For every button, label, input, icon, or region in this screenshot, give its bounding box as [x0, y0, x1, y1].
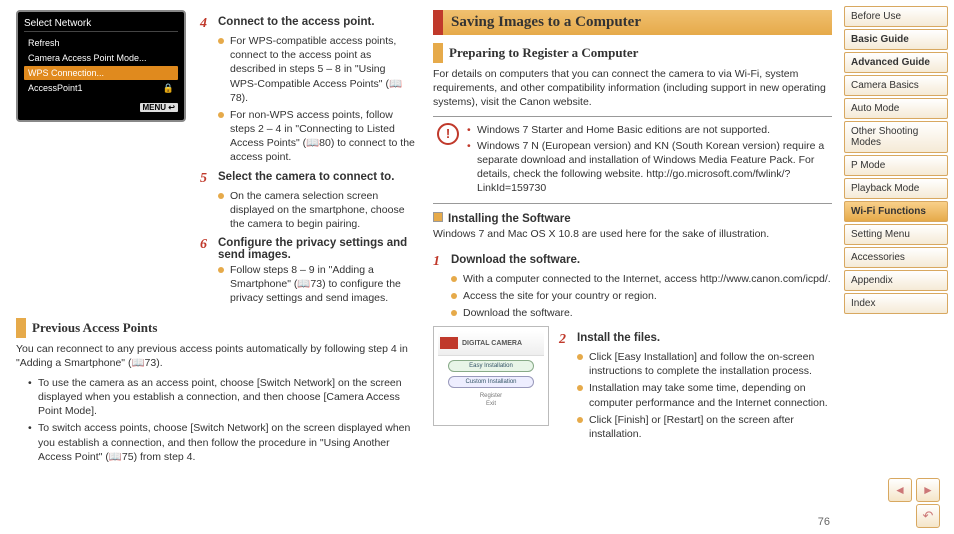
lcd-row-selected: WPS Connection... — [24, 66, 178, 80]
right-column: Saving Images to a Computer Preparing to… — [433, 10, 832, 528]
step-title: Download the software. — [451, 254, 580, 270]
para-details: For details on computers that you can co… — [433, 67, 832, 110]
step-title: Connect to the access point. — [218, 16, 375, 32]
page-number: 76 — [818, 516, 830, 528]
nav-setting-menu[interactable]: Setting Menu — [844, 224, 948, 245]
note-box: ! Windows 7 Starter and Home Basic editi… — [433, 116, 832, 205]
heading-installing-software: Installing the Software — [433, 212, 832, 225]
prev-para: You can reconnect to any previous access… — [16, 342, 415, 370]
step-title: Select the camera to connect to. — [218, 171, 394, 187]
nav-basic-guide[interactable]: Basic Guide — [844, 29, 948, 50]
step-2-bullets: Click [Easy Installation] and follow the… — [577, 350, 832, 441]
step-number: 6 — [200, 237, 218, 261]
step-number: 1 — [433, 254, 451, 270]
step-6: 6 Configure the privacy settings and sen… — [200, 237, 415, 261]
nav-playback-mode[interactable]: Playback Mode — [844, 178, 948, 199]
warning-icon: ! — [437, 123, 459, 145]
step-title: Configure the privacy settings and send … — [218, 237, 415, 261]
nav-auto-mode[interactable]: Auto Mode — [844, 98, 948, 119]
prev-bullets: To use the camera as an access point, ch… — [28, 376, 415, 464]
lock-icon: 🔒 — [163, 83, 174, 94]
nav-before-use[interactable]: Before Use — [844, 6, 948, 27]
lcd-row: Refresh — [24, 36, 178, 50]
heading-previous-access-points: Previous Access Points — [16, 318, 415, 338]
next-page-button[interactable]: ► — [916, 478, 940, 502]
lcd-row: Camera Access Point Mode... — [24, 51, 178, 65]
nav-other-shooting[interactable]: Other Shooting Modes — [844, 121, 948, 153]
heading-preparing: Preparing to Register a Computer — [433, 43, 832, 63]
step-6-bullets: Follow steps 8 – 9 in "Adding a Smartpho… — [218, 263, 415, 306]
prev-page-button[interactable]: ◄ — [888, 478, 912, 502]
lcd-menu-hint: MENU ↩ — [24, 103, 178, 112]
nav-camera-basics[interactable]: Camera Basics — [844, 75, 948, 96]
step-number: 2 — [559, 332, 577, 348]
step-number: 5 — [200, 171, 218, 187]
nav-accessories[interactable]: Accessories — [844, 247, 948, 268]
step-4-bullets: For WPS-compatible access points, connec… — [218, 34, 415, 165]
step-title: Install the files. — [577, 332, 660, 348]
step-1-bullets: With a computer connected to the Interne… — [451, 272, 832, 321]
software-installer-screenshot: DIGITAL CAMERA Easy Installation Custom … — [433, 326, 549, 426]
toc-sidebar: Before Use Basic Guide Advanced Guide Ca… — [844, 0, 954, 534]
para-os: Windows 7 and Mac OS X 10.8 are used her… — [433, 227, 832, 241]
return-button[interactable]: ↶ — [916, 504, 940, 528]
step-1: 1 Download the software. — [433, 254, 832, 270]
nav-p-mode[interactable]: P Mode — [844, 155, 948, 176]
left-column: Select Network Refresh Camera Access Poi… — [16, 10, 415, 528]
camera-lcd-mockup: Select Network Refresh Camera Access Poi… — [16, 10, 186, 122]
step-number: 4 — [200, 16, 218, 32]
nav-appendix[interactable]: Appendix — [844, 270, 948, 291]
step-4: 4 Connect to the access point. — [200, 16, 415, 32]
step-5: 5 Select the camera to connect to. — [200, 171, 415, 187]
lcd-title: Select Network — [24, 18, 178, 32]
nav-index[interactable]: Index — [844, 293, 948, 314]
nav-wifi-functions[interactable]: Wi-Fi Functions — [844, 201, 948, 222]
step-5-bullets: On the camera selection screen displayed… — [218, 189, 415, 232]
heading-saving-images: Saving Images to a Computer — [433, 10, 832, 35]
nav-advanced-guide[interactable]: Advanced Guide — [844, 52, 948, 73]
lcd-row: AccessPoint1 🔒 — [24, 81, 178, 95]
step-2: 2 Install the files. — [559, 332, 832, 348]
